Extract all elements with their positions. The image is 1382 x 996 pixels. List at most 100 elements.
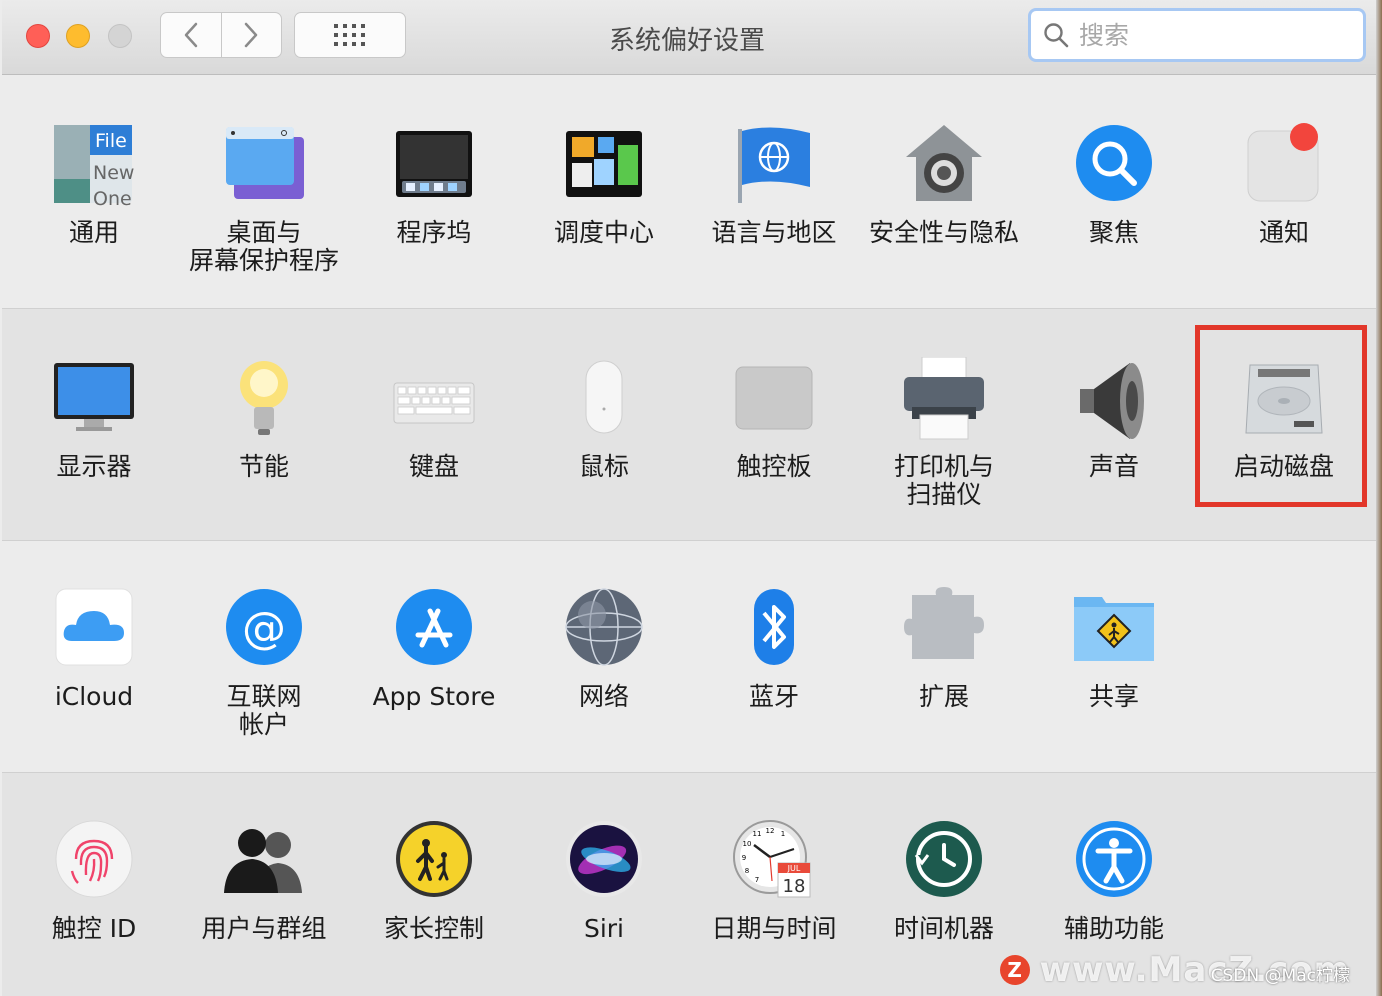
language-region-icon xyxy=(738,127,810,203)
svg-text:@: @ xyxy=(242,603,286,654)
pane-sound[interactable]: 声音 xyxy=(1034,357,1194,481)
energy-saver-icon xyxy=(240,361,288,435)
pane-security-privacy[interactable]: 安全性与隐私 xyxy=(864,123,1024,247)
app-store-icon xyxy=(396,589,472,665)
pane-app-store[interactable]: App Store xyxy=(354,587,514,711)
window-title: 系统偏好设置 xyxy=(608,26,765,56)
pane-icloud[interactable]: iCloud xyxy=(14,587,174,711)
printers-scanners-icon xyxy=(904,357,984,440)
pane-label: 显示器 xyxy=(56,452,132,481)
desktop-screensaver-icon xyxy=(226,127,304,199)
svg-text:New: New xyxy=(93,162,134,184)
chevron-left-icon xyxy=(184,22,197,48)
pane-network[interactable]: 网络 xyxy=(524,587,684,711)
pane-energy-saver[interactable]: 节能 xyxy=(184,357,344,481)
svg-text:18: 18 xyxy=(783,876,806,897)
pane-label: 安全性与隐私 xyxy=(868,218,1019,247)
pane-label: Siri xyxy=(583,914,625,943)
window-edge xyxy=(1376,0,1382,996)
pane-users-groups[interactable]: 用户与群组 xyxy=(184,819,344,943)
pane-label: 用户与群组 xyxy=(201,914,327,943)
search-input[interactable] xyxy=(1077,19,1341,51)
pane-desktop-screensaver[interactable]: 桌面与 屏幕保护程序 xyxy=(184,123,344,275)
pane-spotlight[interactable]: 聚焦 xyxy=(1034,123,1194,247)
general-icon: File New One xyxy=(54,125,134,207)
pane-time-machine[interactable]: 时间机器 xyxy=(864,819,1024,943)
section-personal: File New One 通用 桌面与 屏幕保护程序 程序坞 调度中心 语言与地… xyxy=(2,75,1376,307)
pane-language-region[interactable]: 语言与地区 xyxy=(694,123,854,247)
svg-text:File: File xyxy=(95,130,127,152)
section-hardware: 显示器 节能 键盘 鼠标 触控板 打印机与 扫描仪 声音 启动磁盘 xyxy=(2,308,1376,541)
icloud-icon xyxy=(55,588,133,666)
pane-bluetooth[interactable]: 蓝牙 xyxy=(694,587,854,711)
show-all-button[interactable] xyxy=(294,12,406,58)
pane-label: 通用 xyxy=(68,218,119,247)
pane-extensions[interactable]: 扩展 xyxy=(864,587,1024,711)
network-icon xyxy=(565,588,643,666)
pane-label: 辅助功能 xyxy=(1063,914,1164,943)
pane-label: 聚焦 xyxy=(1088,218,1139,247)
svg-text:One: One xyxy=(93,188,132,207)
pane-label: 语言与地区 xyxy=(711,218,837,247)
siri-icon xyxy=(566,821,642,897)
zoom-button[interactable] xyxy=(108,24,132,48)
svg-text:7: 7 xyxy=(755,876,759,884)
pane-label: iCloud xyxy=(54,682,134,711)
displays-icon xyxy=(54,363,134,431)
pane-label: 触控 ID xyxy=(51,914,137,943)
svg-text:10: 10 xyxy=(743,840,752,848)
bluetooth-icon xyxy=(754,589,794,665)
pane-trackpad[interactable]: 触控板 xyxy=(694,357,854,481)
grid-icon xyxy=(334,24,365,46)
pane-label: 节能 xyxy=(238,452,289,481)
svg-text:JUL: JUL xyxy=(787,864,801,873)
pane-notifications[interactable]: 通知 xyxy=(1204,123,1364,247)
navigation-buttons xyxy=(160,12,282,58)
search-field[interactable] xyxy=(1028,8,1366,62)
back-button[interactable] xyxy=(161,13,221,57)
touch-id-icon xyxy=(55,820,133,898)
pane-accessibility[interactable]: 辅助功能 xyxy=(1034,819,1194,943)
security-privacy-icon xyxy=(906,125,982,201)
system-preferences-window: 系统偏好设置 File New One 通用 xyxy=(2,0,1376,996)
pane-sharing[interactable]: 共享 xyxy=(1034,587,1194,711)
trackpad-icon xyxy=(735,366,813,430)
pane-label: 调度中心 xyxy=(553,218,654,247)
pane-keyboard[interactable]: 键盘 xyxy=(354,357,514,481)
pane-printers-scanners[interactable]: 打印机与 扫描仪 xyxy=(864,357,1024,509)
section-internet-wireless: iCloud @ 互联网 帐户 App Store 网络 蓝牙 扩展 共享 xyxy=(2,540,1376,773)
close-button[interactable] xyxy=(26,24,50,48)
pane-label: 蓝牙 xyxy=(748,682,799,711)
forward-button[interactable] xyxy=(220,13,282,57)
pane-label: 互联网 帐户 xyxy=(226,682,302,739)
accessibility-icon xyxy=(1076,821,1152,897)
chevron-right-icon xyxy=(245,22,258,48)
pane-date-time[interactable]: 12 11 1 10 9 8 7 JUL 18 日期与时间 xyxy=(694,819,854,943)
pane-mission-control[interactable]: 调度中心 xyxy=(524,123,684,247)
pane-label: App Store xyxy=(372,682,496,711)
pane-siri[interactable]: Siri xyxy=(524,819,684,943)
pane-touch-id[interactable]: 触控 ID xyxy=(14,819,174,943)
mission-control-icon xyxy=(566,131,642,197)
pane-internet-accounts[interactable]: @ 互联网 帐户 xyxy=(184,587,344,739)
pane-mouse[interactable]: 鼠标 xyxy=(524,357,684,481)
pane-label: 打印机与 扫描仪 xyxy=(893,452,994,509)
internet-accounts-icon: @ xyxy=(226,589,302,665)
pane-label: 键盘 xyxy=(408,452,459,481)
pane-dock[interactable]: 程序坞 xyxy=(354,123,514,247)
svg-text:11: 11 xyxy=(753,830,762,838)
sound-icon xyxy=(1080,363,1144,439)
pane-label: 声音 xyxy=(1088,452,1139,481)
date-time-icon: 12 11 1 10 9 8 7 JUL 18 xyxy=(733,820,811,898)
svg-text:1: 1 xyxy=(781,830,785,838)
pane-label: 程序坞 xyxy=(396,218,472,247)
pane-parental-controls[interactable]: 家长控制 xyxy=(354,819,514,943)
pane-label: 桌面与 屏幕保护程序 xyxy=(188,218,339,275)
pane-displays[interactable]: 显示器 xyxy=(14,357,174,481)
svg-text:12: 12 xyxy=(766,827,775,835)
parental-controls-icon xyxy=(396,821,472,897)
minimize-button[interactable] xyxy=(66,24,90,48)
svg-text:9: 9 xyxy=(742,854,746,862)
pane-general[interactable]: File New One 通用 xyxy=(14,123,174,247)
pane-label: 家长控制 xyxy=(383,914,484,943)
